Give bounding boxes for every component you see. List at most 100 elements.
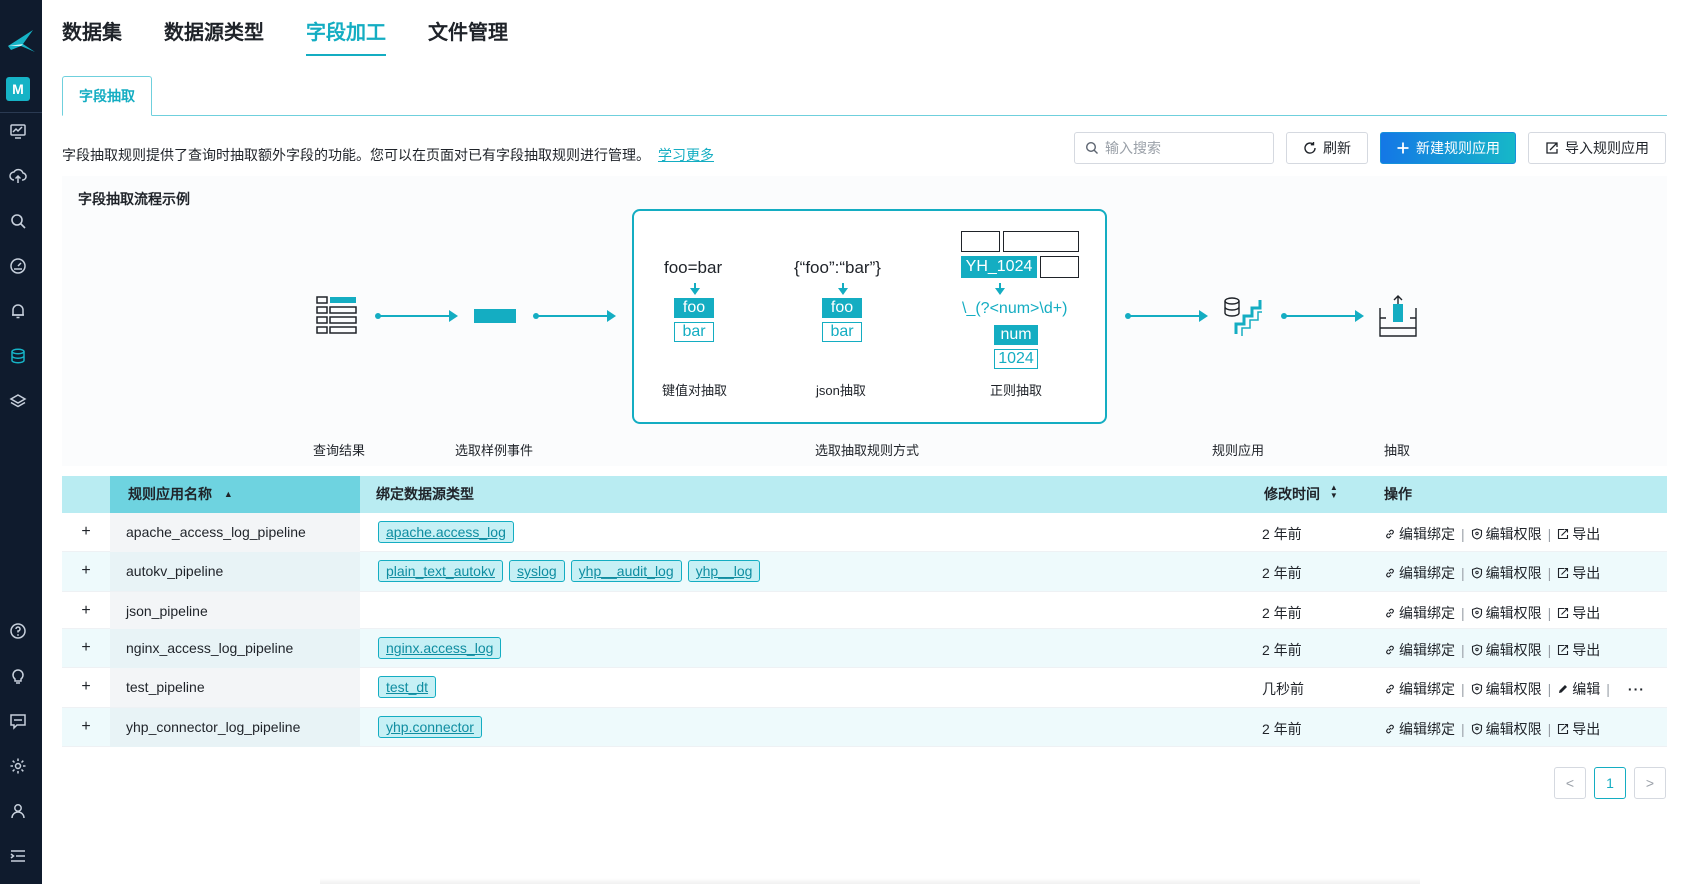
datasource-tag[interactable]: yhp__log bbox=[687, 560, 761, 582]
kv-arrow-icon bbox=[690, 283, 700, 295]
export-label: 导出 bbox=[1572, 605, 1601, 621]
regex-cell-c bbox=[1040, 256, 1079, 278]
rule-name[interactable]: json_pipeline bbox=[126, 603, 208, 619]
settings-icon[interactable] bbox=[7, 755, 29, 777]
datasource-tag[interactable]: nginx.access_log bbox=[378, 637, 502, 659]
page-1-button[interactable]: 1 bbox=[1594, 767, 1626, 799]
collapse-icon[interactable] bbox=[7, 845, 29, 867]
action-separator: | bbox=[1461, 681, 1465, 697]
refresh-button[interactable]: 刷新 bbox=[1286, 132, 1368, 164]
dashboard-icon[interactable] bbox=[7, 120, 29, 142]
edit-binding-label: 编辑绑定 bbox=[1399, 681, 1455, 697]
action-separator: | bbox=[1606, 681, 1610, 697]
row-actions: 编辑绑定 | 编辑权限 | 导出 bbox=[1384, 563, 1600, 583]
edit-binding-action[interactable]: 编辑绑定 bbox=[1384, 563, 1455, 583]
edit-binding-action[interactable]: 编辑绑定 bbox=[1384, 603, 1455, 623]
export-action[interactable]: 导出 bbox=[1557, 524, 1600, 544]
chat-icon[interactable] bbox=[7, 710, 29, 732]
kv-value: bar bbox=[674, 322, 714, 342]
edit-permission-action[interactable]: 编辑权限 bbox=[1471, 640, 1542, 660]
expand-icon[interactable]: + bbox=[79, 563, 93, 579]
edit-permission-action[interactable]: 编辑权限 bbox=[1471, 603, 1542, 623]
rule-name[interactable]: autokv_pipeline bbox=[126, 563, 223, 579]
search-input[interactable]: 输入搜索 bbox=[1074, 132, 1274, 164]
rules-table: 规则应用名称 ▲ 绑定数据源类型 修改时间 ▲ ▼ 操作 + apache_acce… bbox=[62, 476, 1667, 747]
edit-permission-action[interactable]: 编辑权限 bbox=[1471, 563, 1542, 583]
expand-icon[interactable]: + bbox=[79, 640, 93, 656]
tab-field-extraction[interactable]: 字段抽取 bbox=[62, 76, 152, 116]
col-name-header[interactable]: 规则应用名称 ▲ bbox=[110, 476, 360, 513]
flow-arrow-1 bbox=[375, 310, 458, 322]
datasource-tag[interactable]: syslog bbox=[508, 560, 565, 582]
export-action[interactable]: 导出 bbox=[1557, 603, 1600, 623]
edit-binding-action[interactable]: 编辑绑定 bbox=[1384, 719, 1455, 739]
user-icon[interactable] bbox=[7, 800, 29, 822]
next-page-button[interactable]: > bbox=[1634, 767, 1666, 799]
json-key: foo bbox=[822, 298, 862, 318]
bell-icon[interactable] bbox=[7, 300, 29, 322]
nav-datasource-types[interactable]: 数据源类型 bbox=[164, 16, 264, 56]
expand-icon[interactable]: + bbox=[79, 524, 93, 540]
edit-binding-label: 编辑绑定 bbox=[1399, 605, 1455, 621]
table-row: + autokv_pipeline plain_text_autokv syslog y… bbox=[62, 552, 1667, 592]
row-actions: 编辑绑定 | 编辑权限 | 导出 bbox=[1384, 719, 1600, 739]
more-actions-icon[interactable]: ··· bbox=[1628, 681, 1645, 697]
col-time-header[interactable]: 修改时间 ▲ ▼ bbox=[1264, 476, 1338, 513]
edit-binding-action[interactable]: 编辑绑定 bbox=[1384, 640, 1455, 660]
rule-name[interactable]: yhp_connector_log_pipeline bbox=[126, 719, 300, 735]
datasource-tag[interactable]: plain_text_autokv bbox=[378, 560, 503, 582]
sort-icon[interactable]: ▲ ▼ bbox=[1330, 484, 1338, 500]
help-icon[interactable] bbox=[7, 620, 29, 642]
learn-more-link[interactable]: 学习更多 bbox=[658, 147, 714, 163]
bulb-icon[interactable] bbox=[7, 665, 29, 687]
expand-icon[interactable]: + bbox=[79, 719, 93, 735]
prev-page-button[interactable]: < bbox=[1554, 767, 1586, 799]
import-rule-button[interactable]: 导入规则应用 bbox=[1528, 132, 1666, 164]
datasource-tags: apache.access_log bbox=[378, 521, 514, 543]
action-separator: | bbox=[1461, 526, 1465, 542]
edit-action[interactable]: 编辑 bbox=[1557, 679, 1600, 699]
expand-icon[interactable]: + bbox=[79, 603, 93, 619]
link-icon bbox=[1384, 644, 1396, 656]
table-row: + nginx_access_log_pipeline nginx.access_l… bbox=[62, 629, 1667, 668]
regex-cell-b bbox=[1003, 231, 1079, 252]
new-rule-button[interactable]: 新建规则应用 bbox=[1380, 132, 1516, 164]
nav-file-management[interactable]: 文件管理 bbox=[428, 16, 508, 56]
upload-icon[interactable] bbox=[7, 165, 29, 187]
edit-permission-label: 编辑权限 bbox=[1485, 565, 1542, 581]
search-icon bbox=[1085, 141, 1098, 154]
workspace-avatar[interactable]: M bbox=[6, 77, 30, 101]
export-action[interactable]: 导出 bbox=[1557, 640, 1600, 660]
link-icon bbox=[1384, 683, 1396, 695]
action-separator: | bbox=[1547, 565, 1552, 581]
edit-permission-action[interactable]: 编辑权限 bbox=[1471, 679, 1542, 699]
rule-name[interactable]: test_pipeline bbox=[126, 679, 205, 695]
nav-datasets[interactable]: 数据集 bbox=[62, 16, 122, 56]
gauge-icon[interactable] bbox=[7, 255, 29, 277]
flow-arrow-4 bbox=[1281, 310, 1364, 322]
json-caption: json抽取 bbox=[816, 383, 866, 398]
nav-field-processing[interactable]: 字段加工 bbox=[306, 16, 386, 56]
expand-icon[interactable]: + bbox=[79, 679, 93, 695]
datasource-tag[interactable]: yhp.connector bbox=[378, 716, 482, 738]
layers-icon[interactable] bbox=[7, 390, 29, 412]
rule-name[interactable]: nginx_access_log_pipeline bbox=[126, 640, 293, 656]
edit-permission-action[interactable]: 编辑权限 bbox=[1471, 524, 1542, 544]
datasource-tag[interactable]: test_dt bbox=[378, 676, 437, 698]
database-icon[interactable] bbox=[7, 345, 29, 367]
export-action[interactable]: 导出 bbox=[1557, 563, 1600, 583]
app-logo[interactable] bbox=[5, 24, 37, 54]
datasource-tag[interactable]: yhp__audit_log bbox=[570, 560, 682, 582]
datasource-tags: plain_text_autokv syslog yhp__audit_log yhp… bbox=[378, 560, 761, 582]
edit-binding-action[interactable]: 编辑绑定 bbox=[1384, 524, 1455, 544]
export-label: 导出 bbox=[1572, 526, 1601, 542]
export-icon bbox=[1557, 644, 1569, 656]
rule-name[interactable]: apache_access_log_pipeline bbox=[126, 524, 306, 540]
edit-binding-action[interactable]: 编辑绑定 bbox=[1384, 679, 1455, 699]
datasource-tag[interactable]: apache.access_log bbox=[378, 521, 514, 543]
search-icon[interactable] bbox=[7, 210, 29, 232]
sort-asc-icon[interactable]: ▲ bbox=[224, 489, 233, 499]
edit-permission-action[interactable]: 编辑权限 bbox=[1471, 719, 1542, 739]
export-action[interactable]: 导出 bbox=[1557, 719, 1600, 739]
sidebar-divider bbox=[0, 112, 42, 113]
